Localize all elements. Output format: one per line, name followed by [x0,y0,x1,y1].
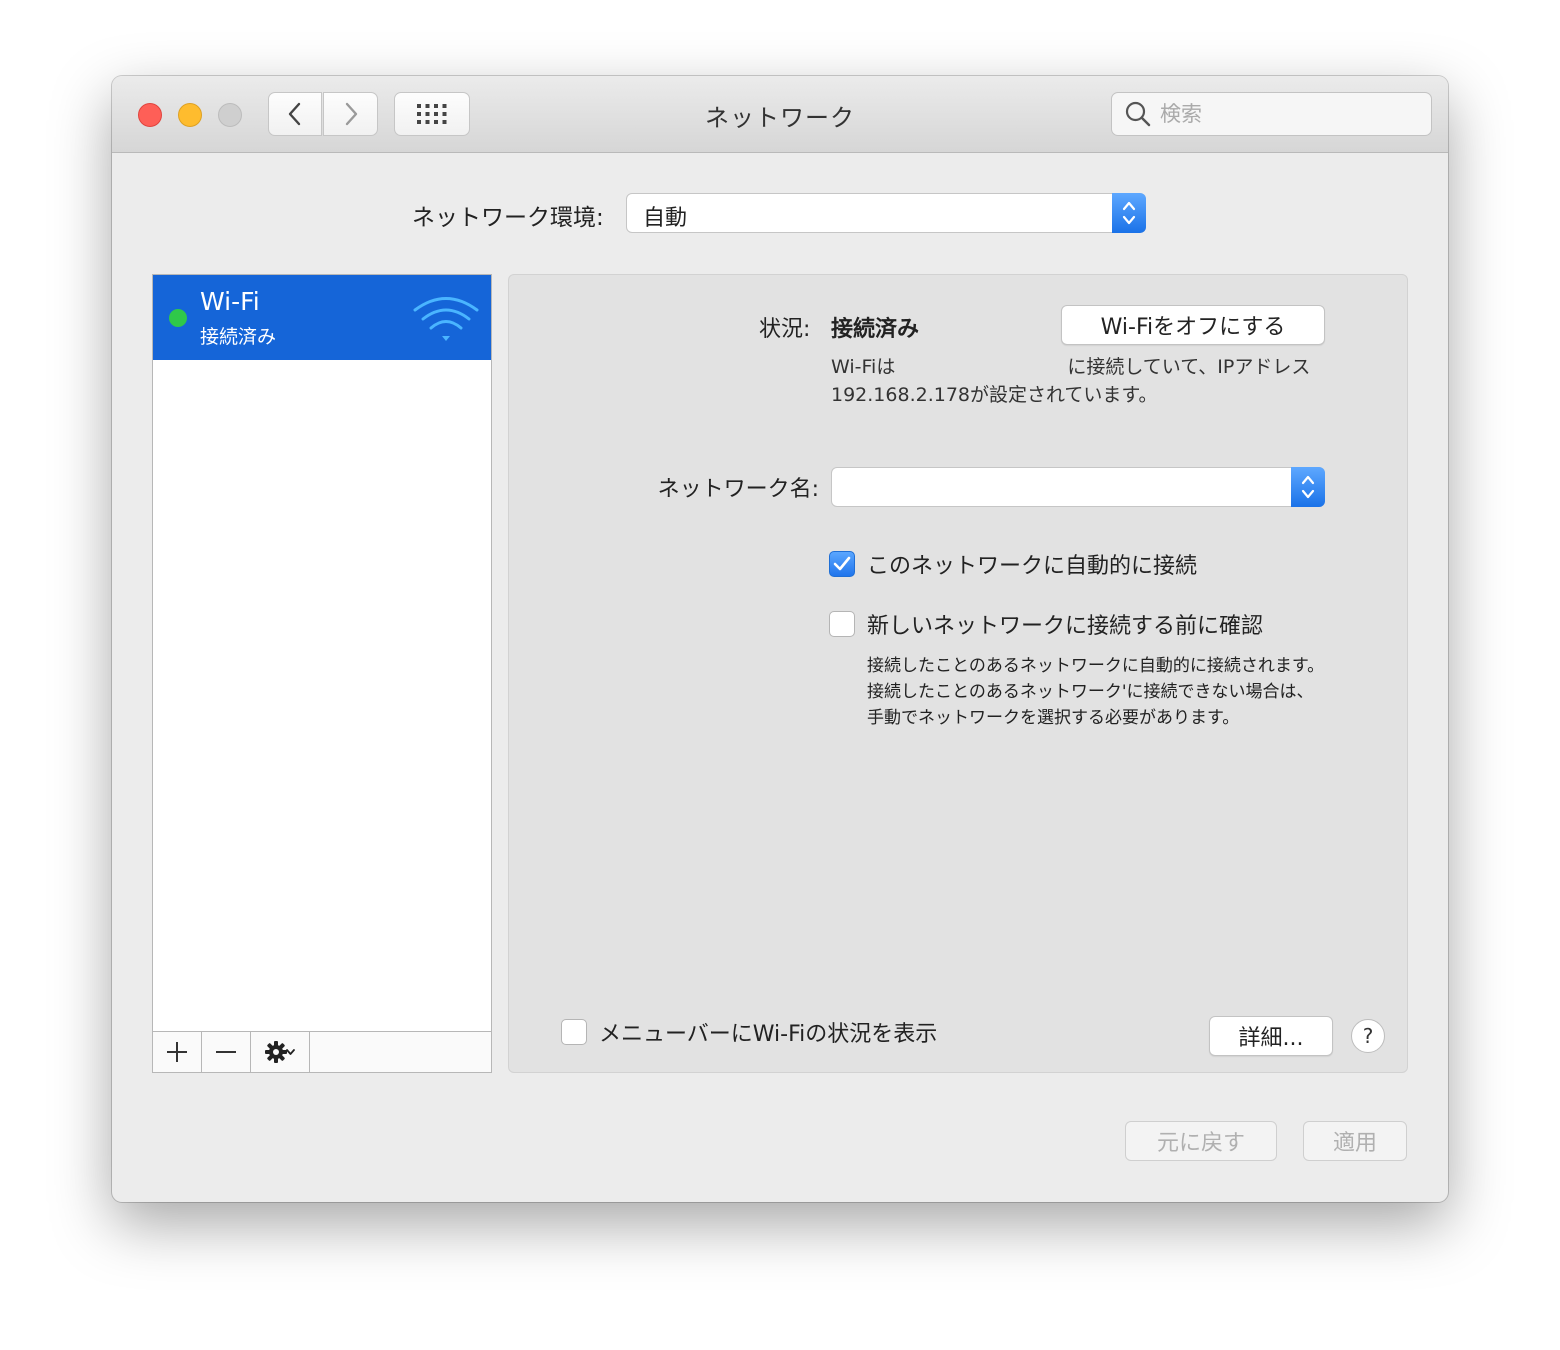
remove-service-button[interactable] [202,1032,251,1072]
network-name-popup[interactable] [831,467,1325,507]
ask-join-option[interactable]: 新しいネットワークに接続する前に確認 [829,608,1263,640]
network-name-label: ネットワーク名: [657,477,819,502]
search-input[interactable] [1158,101,1412,127]
search-icon [1125,101,1151,127]
show-menubar-checkbox[interactable] [561,1019,587,1045]
service-list-toolbar [153,1031,491,1072]
service-status: 接続済み [200,326,277,348]
ask-join-description: 接続したことのあるネットワークに自動的に接続されます。接続したことのあるネットワ… [867,656,1325,728]
popup-stepper-icon [1112,193,1146,233]
minus-icon [216,1051,236,1053]
service-action-menu-button[interactable] [251,1032,310,1072]
popup-stepper-icon [1291,467,1325,507]
service-item-wifi[interactable]: Wi-Fi 接続済み [153,275,491,360]
auto-join-option[interactable]: このネットワークに自動的に接続 [829,548,1197,580]
show-menubar-option[interactable]: メニューバーにWi-Fiの状況を表示 [561,1016,937,1048]
service-list[interactable]: Wi-Fi 接続済み [152,274,492,1073]
service-name: Wi-Fi [200,287,260,316]
help-button[interactable]: ? [1351,1019,1385,1053]
wifi-icon [413,297,479,341]
location-label: ネットワーク環境: [412,205,604,231]
redacted-network-name [895,356,1068,379]
plus-icon [167,1042,187,1062]
ask-join-label: 新しいネットワークに接続する前に確認 [867,614,1264,639]
ask-join-checkbox[interactable] [829,611,855,637]
search-field[interactable] [1111,92,1432,136]
status-description: Wi-Fiは に接続していて、IPアドレス 192.168.2.178が設定されて… [831,353,1331,409]
apply-button[interactable]: 適用 [1303,1121,1407,1161]
location-popup[interactable]: 自動 [626,193,1146,233]
network-preferences-window: ネットワーク ネットワーク環境: 自動 Wi-Fi 接続済み [112,76,1448,1202]
status-desc-prefix: Wi-Fiは [831,356,896,378]
wifi-off-button[interactable]: Wi-Fiをオフにする [1061,305,1325,345]
add-service-button[interactable] [153,1032,202,1072]
location-value: 自動 [643,206,688,231]
checkmark-icon [833,556,851,571]
status-dot-icon [169,309,187,327]
gear-icon [265,1041,295,1063]
status-value: 接続済み [831,317,920,342]
titlebar: ネットワーク [112,76,1448,153]
service-detail-panel: 状況: 接続済み Wi-Fiをオフにする Wi-Fiは に接続していて、IPアドレ… [508,274,1408,1073]
auto-join-checkbox[interactable] [829,551,855,577]
status-label: 状況: [759,317,811,342]
revert-button[interactable]: 元に戻す [1125,1121,1277,1161]
auto-join-label: このネットワークに自動的に接続 [867,554,1198,579]
advanced-button[interactable]: 詳細... [1209,1016,1333,1056]
show-menubar-label: メニューバーにWi-Fiの状況を表示 [599,1022,938,1047]
